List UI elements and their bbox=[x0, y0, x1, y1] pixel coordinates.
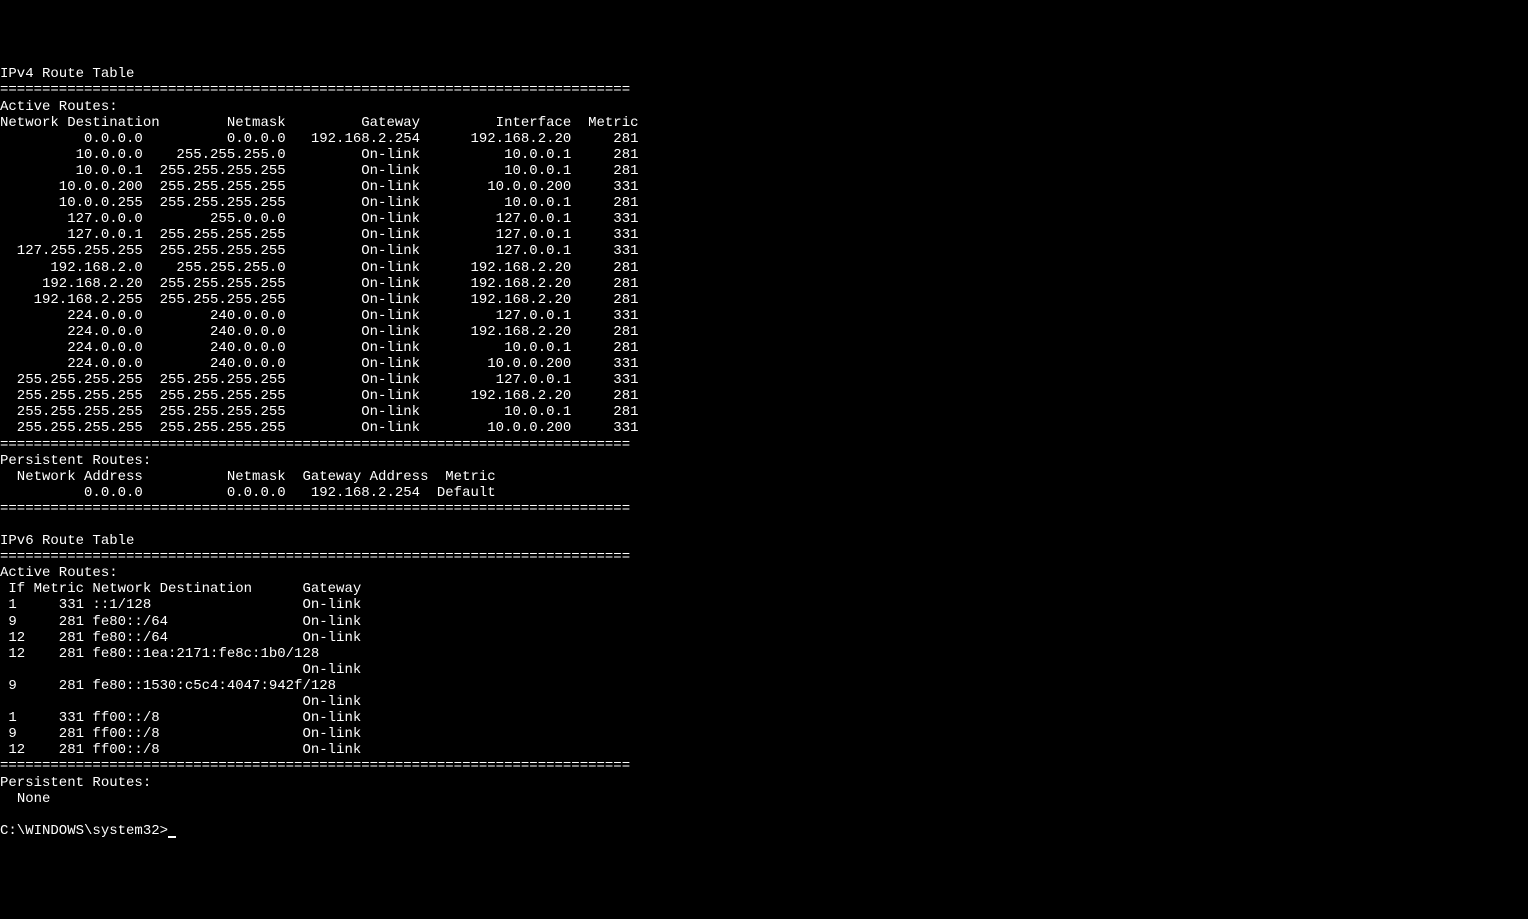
ipv6-persistent-header: Persistent Routes: bbox=[0, 775, 151, 791]
ipv6-route-list: 1 331 ::1/128 On-link 9 281 fe80::/64 On… bbox=[0, 597, 361, 758]
ipv4-title: IPv4 Route Table bbox=[0, 66, 134, 82]
ipv6-columns-header: If Metric Network Destination Gateway bbox=[0, 581, 361, 597]
ipv4-persistent-columns-header: Network Address Netmask Gateway Address … bbox=[0, 469, 496, 485]
separator: ========================================… bbox=[0, 437, 630, 453]
ipv4-route-list: 0.0.0.0 0.0.0.0 192.168.2.254 192.168.2.… bbox=[0, 131, 639, 437]
ipv6-persistent-none: None bbox=[17, 791, 51, 807]
separator: ========================================… bbox=[0, 549, 630, 565]
ipv6-active-header: Active Routes: bbox=[0, 565, 118, 581]
terminal-output[interactable]: IPv4 Route Table =======================… bbox=[0, 64, 1528, 839]
cursor-icon bbox=[168, 836, 176, 838]
ipv6-title: IPv6 Route Table bbox=[0, 533, 134, 549]
command-prompt[interactable]: C:\WINDOWS\system32> bbox=[0, 823, 168, 839]
ipv4-active-header: Active Routes: bbox=[0, 99, 118, 115]
ipv4-persistent-header: Persistent Routes: bbox=[0, 453, 151, 469]
separator: ========================================… bbox=[0, 82, 630, 98]
separator: ========================================… bbox=[0, 758, 630, 774]
separator: ========================================… bbox=[0, 501, 630, 517]
ipv4-columns-header: Network Destination Netmask Gateway Inte… bbox=[0, 115, 639, 131]
ipv4-persistent-route-list: 0.0.0.0 0.0.0.0 192.168.2.254 Default bbox=[0, 485, 496, 501]
